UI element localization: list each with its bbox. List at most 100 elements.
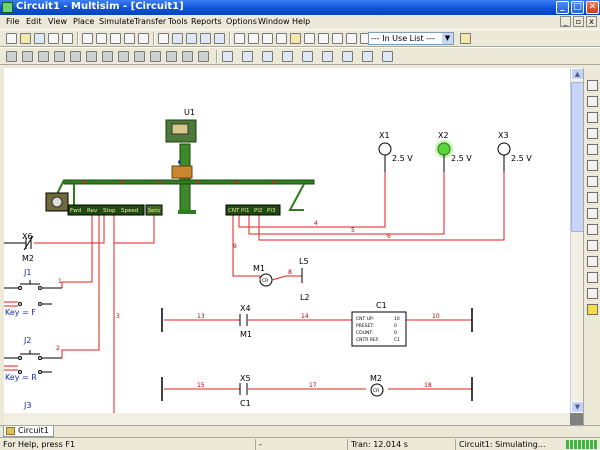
lamp-x3[interactable]: X3 2.5 V — [497, 131, 532, 172]
minimize-button[interactable]: _ — [556, 1, 569, 14]
maximize-button[interactable]: □ — [571, 1, 584, 14]
design-toolbox-icon[interactable] — [234, 33, 245, 44]
cut-icon[interactable] — [82, 33, 93, 44]
indicator-icon[interactable] — [150, 51, 161, 62]
print-icon[interactable] — [48, 33, 59, 44]
virtual-signal-icon[interactable] — [382, 51, 393, 62]
help-icon[interactable] — [460, 33, 471, 44]
erc-icon[interactable] — [332, 33, 343, 44]
doc-close-button[interactable]: x — [586, 16, 597, 27]
wire-1[interactable] — [61, 211, 93, 288]
schematic-sheet[interactable]: 1 2 3 4 5 6 8 9 10 13 14 15 17 18 U1 Fwd… — [4, 68, 570, 413]
undo-icon[interactable] — [124, 33, 135, 44]
diode-icon[interactable] — [38, 51, 49, 62]
new-icon[interactable] — [6, 33, 17, 44]
menu-window[interactable]: Window — [258, 17, 290, 26]
misc-icon[interactable] — [166, 51, 177, 62]
zoom-fit-icon[interactable] — [214, 33, 225, 44]
wire-2[interactable] — [61, 211, 100, 358]
save-icon[interactable] — [34, 33, 45, 44]
function-generator-icon[interactable] — [587, 96, 598, 107]
menu-file[interactable]: File — [6, 17, 19, 26]
virtual-misc-icon[interactable] — [322, 51, 333, 62]
full-screen-icon[interactable] — [158, 33, 169, 44]
contact-x6[interactable]: X6 M2 — [4, 232, 34, 263]
lamp-x1[interactable]: X1 2.5 V — [378, 131, 413, 172]
agilent-scope-icon[interactable] — [587, 288, 598, 299]
misc-digital-icon[interactable] — [118, 51, 129, 62]
source-icon[interactable] — [6, 51, 17, 62]
postprocessor-icon[interactable] — [290, 33, 301, 44]
virtual-power-icon[interactable] — [342, 51, 353, 62]
tab-circuit1[interactable]: Circuit1 — [3, 426, 54, 437]
zoom-out-icon[interactable] — [186, 33, 197, 44]
close-button[interactable]: ✕ — [586, 1, 599, 14]
vertical-scrollbar[interactable]: ▲ ▼ — [570, 68, 584, 413]
wire-x6[interactable] — [34, 211, 105, 244]
doc-minimize-button[interactable]: _ — [560, 16, 571, 27]
network-analyzer-icon[interactable] — [587, 240, 598, 251]
word-generator-icon[interactable] — [587, 160, 598, 171]
menu-reports[interactable]: Reports — [191, 17, 222, 26]
agilent-multimeter-icon[interactable] — [587, 272, 598, 283]
grapher-icon[interactable] — [304, 33, 315, 44]
zoom-area-icon[interactable] — [200, 33, 211, 44]
basic-icon[interactable] — [22, 51, 33, 62]
in-use-list-dropdown[interactable]: --- In Use List --- ▼ — [368, 32, 454, 45]
doc-restore-button[interactable]: ▫ — [573, 16, 584, 27]
spreadsheet-icon[interactable] — [248, 33, 259, 44]
virtual-basic-icon[interactable] — [242, 51, 253, 62]
lamp-x2[interactable]: X2 2.5 V — [435, 131, 472, 172]
contact-x5[interactable]: X5 C1 — [239, 374, 251, 408]
wattmeter-icon[interactable] — [587, 112, 598, 123]
menu-options[interactable]: Options — [226, 17, 257, 26]
logic-converter-icon[interactable] — [587, 192, 598, 203]
backannotate-icon[interactable] — [346, 33, 357, 44]
iv-analyzer-icon[interactable] — [587, 256, 598, 267]
contact-x4[interactable]: X4 M1 — [239, 304, 252, 339]
spectrum-analyzer-icon[interactable] — [587, 224, 598, 235]
print-preview-icon[interactable] — [62, 33, 73, 44]
menu-view[interactable]: View — [48, 17, 67, 26]
electromech-icon[interactable] — [198, 51, 209, 62]
database-icon[interactable] — [262, 33, 273, 44]
zoom-in-icon[interactable] — [172, 33, 183, 44]
virtual-transistor-icon[interactable] — [282, 51, 293, 62]
menu-help[interactable]: Help — [292, 17, 310, 26]
menu-tools[interactable]: Tools — [168, 17, 188, 26]
labview-icon[interactable] — [587, 304, 598, 315]
multimeter-icon[interactable] — [587, 80, 598, 91]
virtual-rated-icon[interactable] — [362, 51, 373, 62]
copy-icon[interactable] — [96, 33, 107, 44]
switch-j2[interactable]: J2 Key = R — [4, 336, 62, 382]
counter-c1[interactable]: C1 CNT UP: 10 PRESET: 0 COUNT: 0 CNTR RE… — [351, 301, 407, 347]
redo-icon[interactable] — [138, 33, 149, 44]
switch-j1[interactable]: J1 Key = F — [4, 268, 62, 317]
distortion-analyzer-icon[interactable] — [587, 208, 598, 219]
virtual-measurement-icon[interactable] — [302, 51, 313, 62]
open-icon[interactable] — [20, 33, 31, 44]
virtual-analog-icon[interactable] — [222, 51, 233, 62]
oscilloscope-icon[interactable] — [587, 128, 598, 139]
paste-icon[interactable] — [110, 33, 121, 44]
transistor-icon[interactable] — [54, 51, 65, 62]
virtual-diode-icon[interactable] — [262, 51, 273, 62]
rf-icon[interactable] — [182, 51, 193, 62]
ttl-icon[interactable] — [86, 51, 97, 62]
logic-analyzer-icon[interactable] — [587, 176, 598, 187]
menu-simulate[interactable]: Simulate — [99, 17, 134, 26]
cmos-icon[interactable] — [102, 51, 113, 62]
analysis-icon[interactable] — [318, 33, 329, 44]
mixed-icon[interactable] — [134, 51, 145, 62]
menu-place[interactable]: Place — [73, 17, 94, 26]
conveyor-u1[interactable]: U1 Fwd Rev Stop Speed Sens CNT PI1 PI2 P… — [45, 108, 315, 216]
menu-edit[interactable]: Edit — [26, 17, 42, 26]
component-wizard-icon[interactable] — [276, 33, 287, 44]
coil-m1[interactable]: M1 CR — [253, 264, 287, 287]
coil-m2[interactable]: M2 CR — [370, 374, 384, 397]
horizontal-scrollbar[interactable] — [4, 413, 570, 425]
menu-transfer[interactable]: Transfer — [134, 17, 166, 26]
bode-plotter-icon[interactable] — [587, 144, 598, 155]
analog-icon[interactable] — [70, 51, 81, 62]
wire-sens[interactable] — [114, 211, 155, 244]
